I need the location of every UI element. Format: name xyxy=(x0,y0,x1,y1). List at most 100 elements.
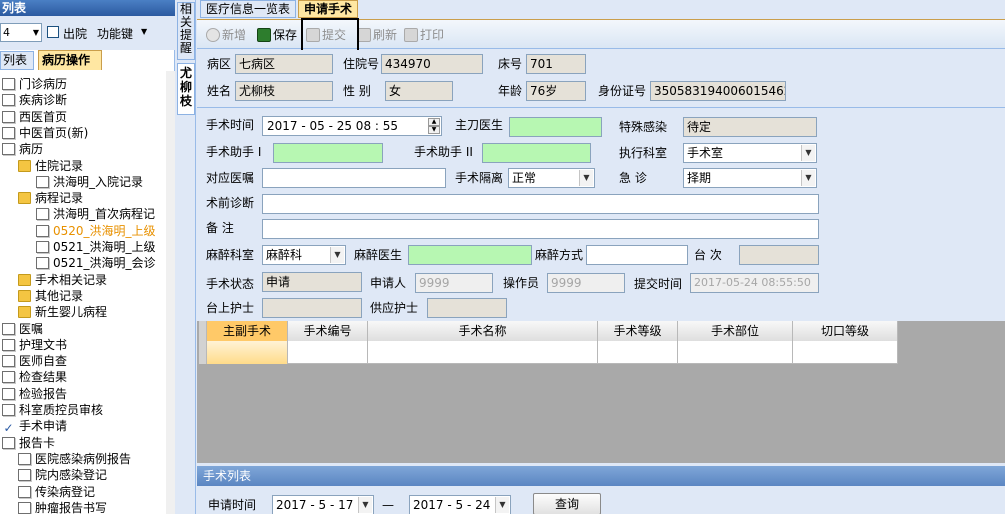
document-icon xyxy=(2,404,15,416)
col-header[interactable]: 手术名称 xyxy=(368,321,598,341)
tree-node[interactable]: 西医首页 xyxy=(2,109,67,125)
tree-node[interactable]: 检验报告 xyxy=(2,386,67,402)
anesth-doctor-field[interactable] xyxy=(408,245,532,265)
submit-time-field: 2017-05-24 08:55:50 xyxy=(690,273,819,293)
isolation-select[interactable]: 正常 ▼ xyxy=(508,168,595,188)
tree-node[interactable]: 病程记录 xyxy=(18,190,83,206)
tab-patient-name[interactable]: 尤柳枝 xyxy=(177,63,195,115)
tree-node[interactable]: 肿瘤报告书写 xyxy=(18,500,107,514)
col-header[interactable]: 手术编号 xyxy=(288,321,368,341)
tree-node[interactable]: 其他记录 xyxy=(18,288,83,304)
tree-node[interactable]: 报告卡 xyxy=(2,435,55,451)
assistant2-field[interactable] xyxy=(482,143,591,163)
function-key-menu[interactable]: 功能键 xyxy=(97,25,133,42)
tree-node[interactable]: 医嘱 xyxy=(2,321,43,337)
chevron-down-icon[interactable]: ▼ xyxy=(141,27,147,36)
date-from-picker[interactable]: 2017 - 5 - 17 ▼ xyxy=(272,495,374,514)
urgent-label: 急 诊 xyxy=(619,171,647,185)
remark-field[interactable] xyxy=(262,219,819,239)
tree-node-label: 住院记录 xyxy=(35,158,84,173)
tree-node[interactable]: 中医首页(新) xyxy=(2,125,88,141)
document-icon xyxy=(36,224,49,237)
query-button[interactable]: 查询 xyxy=(533,493,601,514)
tree-node[interactable]: 洪海明_入院记录 xyxy=(36,174,143,190)
exec-dept-select[interactable]: 手术室 ▼ xyxy=(683,143,817,163)
document-icon xyxy=(2,143,15,156)
date-to-picker[interactable]: 2017 - 5 - 24 ▼ xyxy=(409,495,511,514)
tree-node[interactable]: 洪海明_首次病程记 xyxy=(36,206,155,222)
tree-node[interactable]: 医师自查 xyxy=(2,353,67,369)
tree-node[interactable]: 护理文书 xyxy=(2,337,67,353)
tree-node[interactable]: 院内感染登记 xyxy=(18,467,107,483)
name-field: 尤柳枝 xyxy=(235,81,333,101)
applicant-label: 申请人 xyxy=(370,276,407,290)
tree-node[interactable]: 0520_洪海明_上级 xyxy=(36,223,156,239)
discharged-checkbox[interactable] xyxy=(47,26,59,38)
save-button[interactable]: 保存 xyxy=(257,26,297,44)
tree-node[interactable]: 0521_洪海明_会诊 xyxy=(36,255,156,271)
order-label: 对应医嘱 xyxy=(206,171,255,185)
tree-node-label: 病程记录 xyxy=(35,191,84,206)
chevron-down-icon: ▼ xyxy=(801,170,815,186)
tree-node[interactable]: 门诊病历 xyxy=(2,76,67,92)
chevron-down-icon: ▼ xyxy=(495,497,509,513)
col-header[interactable]: 切口等级 xyxy=(793,321,898,341)
assistant1-field[interactable] xyxy=(273,143,383,163)
tab-info-list[interactable]: 医疗信息一览表 xyxy=(200,0,296,18)
table-cell[interactable] xyxy=(678,341,793,364)
spin-down-icon[interactable]: ▼ xyxy=(428,126,440,134)
add-button[interactable]: 新增 xyxy=(206,26,246,44)
chevron-down-icon: ▼ xyxy=(579,170,593,186)
tree-scrollbar[interactable] xyxy=(166,71,175,514)
chief-surgeon-field[interactable] xyxy=(509,117,602,137)
tab-list[interactable]: 列表 xyxy=(0,51,34,70)
table-cell[interactable] xyxy=(368,341,598,364)
tree-node[interactable]: 手术相关记录 xyxy=(18,272,107,288)
tree-node[interactable]: 疾病诊断 xyxy=(2,92,67,108)
col-header[interactable]: 主副手术 xyxy=(207,321,288,341)
preop-diagnosis-field[interactable] xyxy=(262,194,819,214)
tree-node[interactable]: 医院感染病例报告 xyxy=(18,451,131,467)
tree-node[interactable]: 检查结果 xyxy=(2,369,67,385)
tree-node-label: 检验报告 xyxy=(19,386,68,401)
refresh-icon xyxy=(357,28,371,42)
op-time-picker[interactable]: 2017 - 05 - 25 08 : 55 ▲ ▼ xyxy=(262,116,442,136)
table-cell[interactable] xyxy=(288,341,368,364)
tree-node-label: 手术相关记录 xyxy=(35,272,108,287)
isolation-label: 手术隔离 xyxy=(455,171,504,185)
document-icon xyxy=(36,241,49,253)
operator-field: 9999 xyxy=(547,273,625,293)
tab-surgery-apply[interactable]: 申请手术 xyxy=(298,0,358,18)
tree-node[interactable]: 新生婴儿病程 xyxy=(18,304,107,320)
count-dropdown[interactable]: 4 ▼ xyxy=(0,23,42,42)
col-header[interactable]: 手术等级 xyxy=(598,321,678,341)
refresh-button[interactable]: 刷新 xyxy=(357,26,397,44)
tree-node-label: 0520_洪海明_上级 xyxy=(53,223,156,238)
table-cell[interactable] xyxy=(598,341,678,364)
tab-related-reminder[interactable]: 相关提醒 xyxy=(177,2,195,60)
tree-node[interactable]: 住院记录 xyxy=(18,158,83,174)
date-range-dash: — xyxy=(382,498,394,512)
anesth-dept-select[interactable]: 麻醉科 ▼ xyxy=(262,245,346,265)
tree-node[interactable]: 0521_洪海明_上级 xyxy=(36,239,156,255)
folder-icon xyxy=(18,289,31,302)
preop-diagnosis-label: 术前诊断 xyxy=(206,196,255,210)
circulating-nurse-field xyxy=(427,298,507,318)
table-cell[interactable] xyxy=(793,341,898,364)
col-header[interactable]: 手术部位 xyxy=(678,321,793,341)
document-icon xyxy=(36,175,49,188)
tree-node-label: 医嘱 xyxy=(19,321,44,336)
print-button[interactable]: 打印 xyxy=(404,26,444,44)
order-field[interactable] xyxy=(262,168,446,188)
tree-node[interactable]: 病历 xyxy=(2,141,43,157)
age-label: 年龄 xyxy=(498,84,523,98)
tree-node[interactable]: 科室质控员审核 xyxy=(2,402,103,418)
tree-node[interactable]: 传染病登记 xyxy=(18,484,95,500)
anesth-method-field[interactable] xyxy=(586,245,688,265)
spin-up-icon[interactable]: ▲ xyxy=(428,118,440,126)
table-cell[interactable] xyxy=(207,341,288,364)
urgent-select[interactable]: 择期 ▼ xyxy=(683,168,817,188)
folder-icon xyxy=(18,273,31,286)
tab-record-ops[interactable]: 病历操作 xyxy=(38,50,102,70)
tree-node[interactable]: ✓ 手术申请 xyxy=(2,418,67,435)
